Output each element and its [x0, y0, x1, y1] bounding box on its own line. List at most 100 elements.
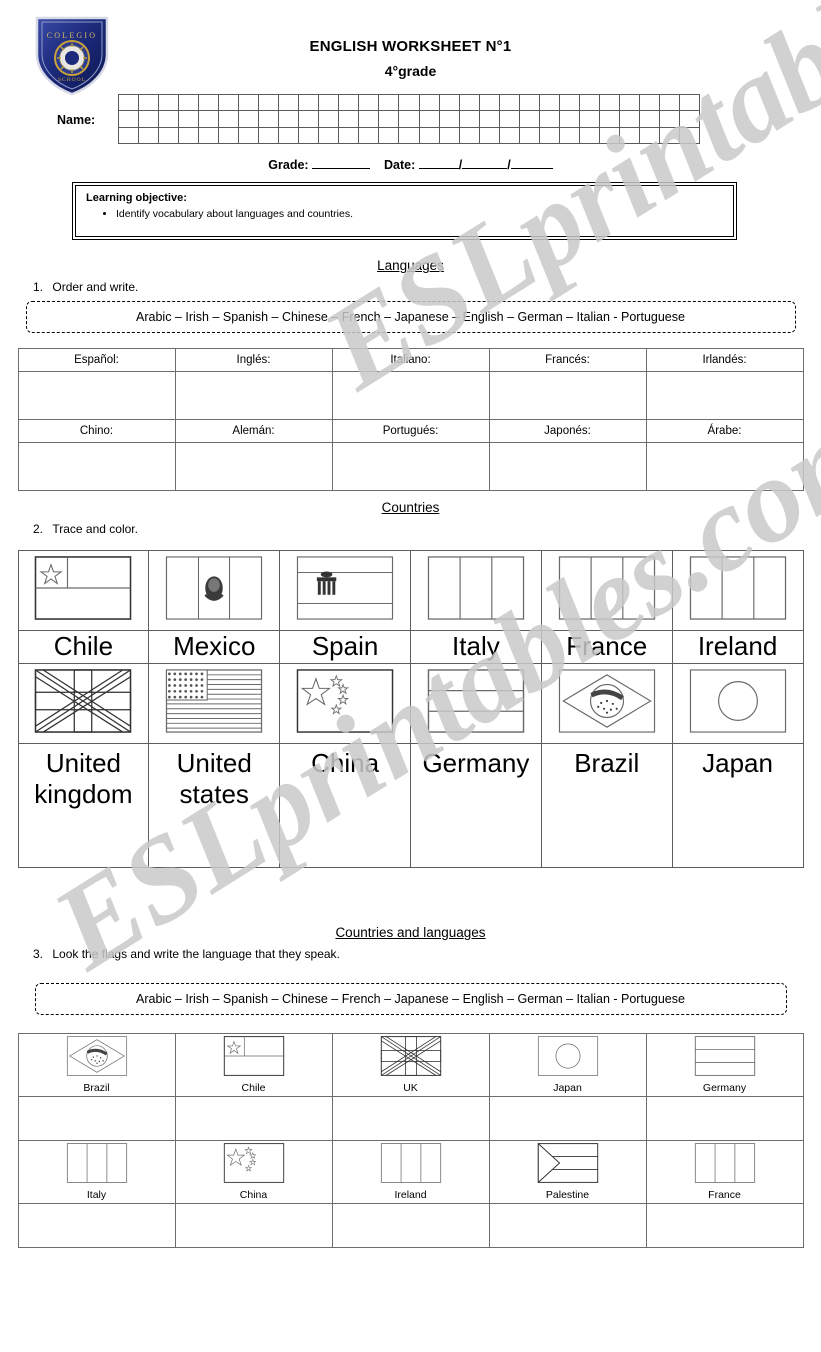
name-grid-cell[interactable]: [399, 127, 420, 144]
name-grid-cell[interactable]: [659, 95, 680, 112]
name-grid-cell[interactable]: [159, 95, 180, 112]
name-grid-cell[interactable]: [339, 127, 360, 144]
name-grid-cell[interactable]: [659, 111, 680, 128]
language-answer-cell[interactable]: [174, 442, 333, 491]
name-grid-cell[interactable]: [619, 95, 640, 112]
name-grid-cell[interactable]: [119, 111, 140, 128]
name-grid-cell[interactable]: [579, 127, 600, 144]
name-grid-cell[interactable]: [239, 95, 260, 112]
name-grid-cell[interactable]: [439, 111, 460, 128]
name-grid-cell[interactable]: [279, 111, 300, 128]
name-grid-cell[interactable]: [139, 111, 160, 128]
name-grid-cell[interactable]: [299, 111, 320, 128]
language-answer-cell[interactable]: [488, 371, 647, 420]
name-grid-cell[interactable]: [259, 127, 280, 144]
language-answer-cell[interactable]: [645, 1203, 804, 1248]
name-grid-cell[interactable]: [179, 127, 200, 144]
name-grid-cell[interactable]: [139, 95, 160, 112]
name-grid-cell[interactable]: [499, 95, 520, 112]
name-grid-cell[interactable]: [399, 95, 420, 112]
name-grid-cell[interactable]: [219, 111, 240, 128]
name-grid-cell[interactable]: [459, 127, 480, 144]
language-answer-cell[interactable]: [17, 1096, 176, 1141]
name-grid-cell[interactable]: [459, 95, 480, 112]
language-answer-cell[interactable]: [331, 1203, 490, 1248]
name-grid-cell[interactable]: [639, 127, 660, 144]
date-day-blank[interactable]: [418, 168, 459, 169]
name-grid-cell[interactable]: [319, 95, 340, 112]
name-grid-cell[interactable]: [239, 111, 260, 128]
name-grid-cell[interactable]: [639, 111, 660, 128]
name-grid-cell[interactable]: [379, 111, 400, 128]
name-grid-cell[interactable]: [539, 111, 560, 128]
name-grid-cell[interactable]: [319, 111, 340, 128]
name-grid-cell[interactable]: [359, 95, 380, 112]
name-grid-cell[interactable]: [379, 95, 400, 112]
name-grid-cell[interactable]: [679, 127, 700, 144]
name-grid-cell[interactable]: [259, 111, 280, 128]
name-grid-cell[interactable]: [299, 127, 320, 144]
name-grid-cell[interactable]: [199, 127, 220, 144]
language-answer-cell[interactable]: [645, 1096, 804, 1141]
name-grid-cell[interactable]: [619, 111, 640, 128]
name-grid-cell[interactable]: [359, 127, 380, 144]
name-grid-cell[interactable]: [119, 127, 140, 144]
language-answer-cell[interactable]: [17, 1203, 176, 1248]
language-answer-cell[interactable]: [488, 1203, 647, 1248]
name-grid-cell[interactable]: [419, 95, 440, 112]
name-grid-cell[interactable]: [619, 127, 640, 144]
name-grid-cell[interactable]: [499, 111, 520, 128]
name-grid-cell[interactable]: [559, 111, 580, 128]
name-grid-cell[interactable]: [139, 127, 160, 144]
name-grid-cell[interactable]: [339, 111, 360, 128]
name-grid-cell[interactable]: [159, 127, 180, 144]
name-grid-cell[interactable]: [519, 127, 540, 144]
name-grid-cell[interactable]: [119, 95, 140, 112]
name-grid-cell[interactable]: [299, 95, 320, 112]
language-answer-cell[interactable]: [174, 371, 333, 420]
name-grid-cell[interactable]: [339, 95, 360, 112]
name-grid-cell[interactable]: [559, 95, 580, 112]
name-grid-cell[interactable]: [679, 111, 700, 128]
language-answer-cell[interactable]: [645, 442, 804, 491]
name-grid-cell[interactable]: [259, 95, 280, 112]
name-grid-cell[interactable]: [679, 95, 700, 112]
name-grid-cell[interactable]: [219, 95, 240, 112]
name-grid-cell[interactable]: [319, 127, 340, 144]
name-input-grid[interactable]: [118, 94, 700, 144]
name-grid-cell[interactable]: [199, 95, 220, 112]
name-grid-cell[interactable]: [159, 111, 180, 128]
name-grid-cell[interactable]: [599, 95, 620, 112]
name-grid-cell[interactable]: [279, 95, 300, 112]
name-grid-cell[interactable]: [599, 127, 620, 144]
name-grid-cell[interactable]: [179, 111, 200, 128]
name-grid-cell[interactable]: [439, 95, 460, 112]
language-answer-cell[interactable]: [174, 1203, 333, 1248]
name-grid-cell[interactable]: [499, 127, 520, 144]
language-answer-cell[interactable]: [645, 371, 804, 420]
name-grid-cell[interactable]: [599, 111, 620, 128]
language-answer-cell[interactable]: [174, 1096, 333, 1141]
name-grid-cell[interactable]: [399, 111, 420, 128]
grade-blank[interactable]: [312, 168, 371, 169]
name-grid-cell[interactable]: [459, 111, 480, 128]
name-grid-cell[interactable]: [179, 95, 200, 112]
language-answer-cell[interactable]: [331, 442, 490, 491]
name-grid-cell[interactable]: [519, 95, 540, 112]
date-year-blank[interactable]: [510, 168, 553, 169]
language-answer-cell[interactable]: [331, 1096, 490, 1141]
name-grid-cell[interactable]: [579, 95, 600, 112]
name-grid-cell[interactable]: [479, 111, 500, 128]
name-grid-cell[interactable]: [239, 127, 260, 144]
name-grid-cell[interactable]: [559, 127, 580, 144]
name-grid-cell[interactable]: [419, 127, 440, 144]
name-grid-cell[interactable]: [359, 111, 380, 128]
name-grid-cell[interactable]: [659, 127, 680, 144]
name-grid-cell[interactable]: [479, 127, 500, 144]
language-answer-cell[interactable]: [17, 442, 176, 491]
name-grid-cell[interactable]: [439, 127, 460, 144]
name-grid-cell[interactable]: [539, 95, 560, 112]
name-grid-cell[interactable]: [539, 127, 560, 144]
name-grid-cell[interactable]: [519, 111, 540, 128]
language-answer-cell[interactable]: [488, 1096, 647, 1141]
